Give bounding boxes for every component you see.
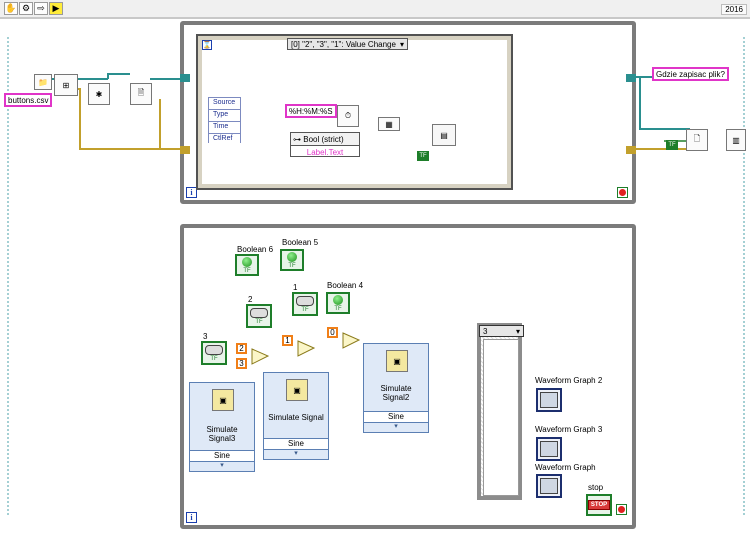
- simulate-signal-icon: ▣: [286, 379, 308, 401]
- case-selector[interactable]: 3 ▾: [479, 325, 524, 337]
- simulate-signal3-icon: ▣: [212, 389, 234, 411]
- select-node-3: [342, 332, 361, 349]
- case-inner: [483, 339, 519, 496]
- sim1-line1: Simulate Signal: [268, 413, 324, 422]
- waveform-graph2-terminal: [536, 388, 562, 412]
- sim3-line1: Simulate: [206, 425, 238, 434]
- waveform-graph-terminal: [536, 474, 562, 498]
- hand-icon[interactable]: ✋: [4, 2, 18, 15]
- case-selector-value: 3: [483, 326, 488, 336]
- sim1-expand-icon[interactable]: ▾: [264, 449, 328, 459]
- select-nodes-layer: [251, 332, 361, 365]
- simulate-signal2-node[interactable]: ▣ Simulate Signal2 Sine ▾: [363, 343, 429, 433]
- version-label: 2016: [721, 4, 747, 15]
- sim3-expand-icon[interactable]: ▾: [190, 461, 254, 471]
- simulate-signal3-node[interactable]: ▣ Simulate Signal3 Sine ▾: [189, 382, 255, 472]
- stop-button-text: STOP: [587, 500, 611, 510]
- waveform-graph-label: Waveform Graph: [535, 463, 596, 472]
- block-diagram-toolbar: ✋ ⚙ ⇨ ▶ 2016: [0, 0, 750, 18]
- waveform-graph3-terminal: [536, 437, 562, 461]
- sim3-line2: Signal3: [208, 434, 236, 443]
- sim2-line2: Signal2: [382, 393, 410, 402]
- sim2-line1: Simulate: [380, 384, 412, 393]
- loop-stop-terminal-2[interactable]: [616, 504, 627, 515]
- stop-label: stop: [588, 483, 604, 492]
- block-diagram-canvas: i ⌛ [0] "2", "3", "1": Value Change ▾ So…: [0, 18, 750, 534]
- chevron-down-icon: ▾: [515, 326, 520, 336]
- waveform-graph3-label: Waveform Graph 3: [535, 425, 603, 434]
- stop-button-terminal[interactable]: STOP: [586, 494, 612, 516]
- simulate-signal2-icon: ▣: [386, 350, 408, 372]
- waveform-graph2-label: Waveform Graph 2: [535, 376, 603, 385]
- step-into-icon[interactable]: ⇨: [34, 2, 48, 15]
- select-node-1: [251, 348, 270, 365]
- simulate-signal-node[interactable]: ▣ Simulate Signal Sine ▾: [263, 372, 329, 460]
- case-structure: 3 ▾: [477, 323, 524, 500]
- chain-icon[interactable]: ⚙: [19, 2, 33, 15]
- sim2-expand-icon[interactable]: ▾: [364, 422, 428, 432]
- select-node-2: [297, 340, 316, 357]
- run-arrow-icon[interactable]: ▶: [49, 2, 63, 15]
